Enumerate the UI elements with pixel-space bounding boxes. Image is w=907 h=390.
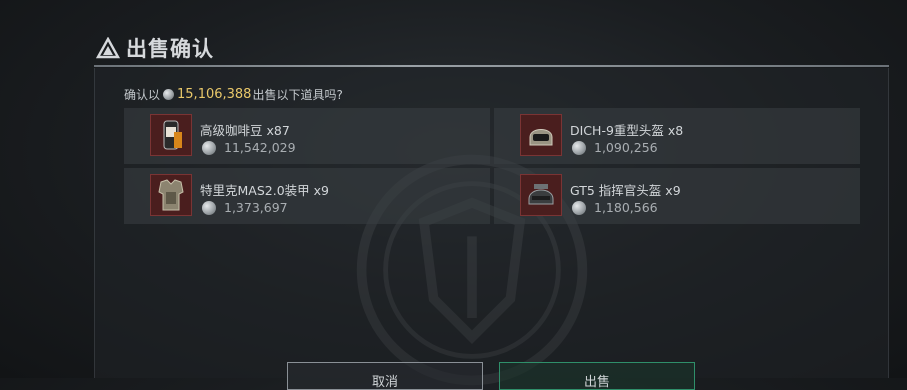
item-card-dich9-helmet: DICH-9重型头盔 x8 1,090,256 [494,108,860,164]
body-armor-icon [158,179,184,211]
item-thumbnail [150,114,192,156]
prompt-suffix: 出售以下道具吗? [252,88,343,102]
title-divider [94,65,889,67]
dialog-title-text: 出售确认 [126,37,214,61]
dialog-title: 出售确认 [96,34,214,62]
item-name: DICH-9重型头盔 x8 [570,123,684,138]
item-card-mas2-armor: 特里克MAS2.0装甲 x9 1,373,697 [124,168,490,224]
prompt-prefix: 确认以 [124,88,161,102]
confirm-sell-button[interactable]: 出售 [499,362,695,390]
total-amount: 15,106,388 [177,87,252,102]
coin-icon [202,140,216,155]
heavy-helmet-icon [529,129,553,146]
coin-icon [572,200,586,215]
cancel-button[interactable]: 取消 [287,362,483,390]
item-name: GT5 指挥官头盔 x9 [570,183,681,198]
item-price: 1,090,256 [570,140,658,155]
coin-icon [202,200,216,215]
item-name: 特里克MAS2.0装甲 x9 [200,183,329,198]
item-thumbnail [520,174,562,216]
coffee-beans-icon [163,120,182,150]
item-price: 1,373,697 [200,200,288,215]
item-card-gt5-helmet: GT5 指挥官头盔 x9 1,180,566 [494,168,860,224]
sell-confirm-prompt: 确认以 15,106,388 出售以下道具吗? [124,86,343,103]
item-price: 1,180,566 [570,200,658,215]
item-price: 11,542,029 [200,140,296,155]
coin-icon [572,140,586,155]
item-name: 高级咖啡豆 x87 [200,123,290,138]
coin-icon [163,89,175,100]
item-card-coffee-beans: 高级咖啡豆 x87 11,542,029 [124,108,490,164]
item-thumbnail [520,114,562,156]
item-thumbnail [150,174,192,216]
commander-helmet-icon [528,184,554,205]
delta-logo-icon [96,37,120,59]
